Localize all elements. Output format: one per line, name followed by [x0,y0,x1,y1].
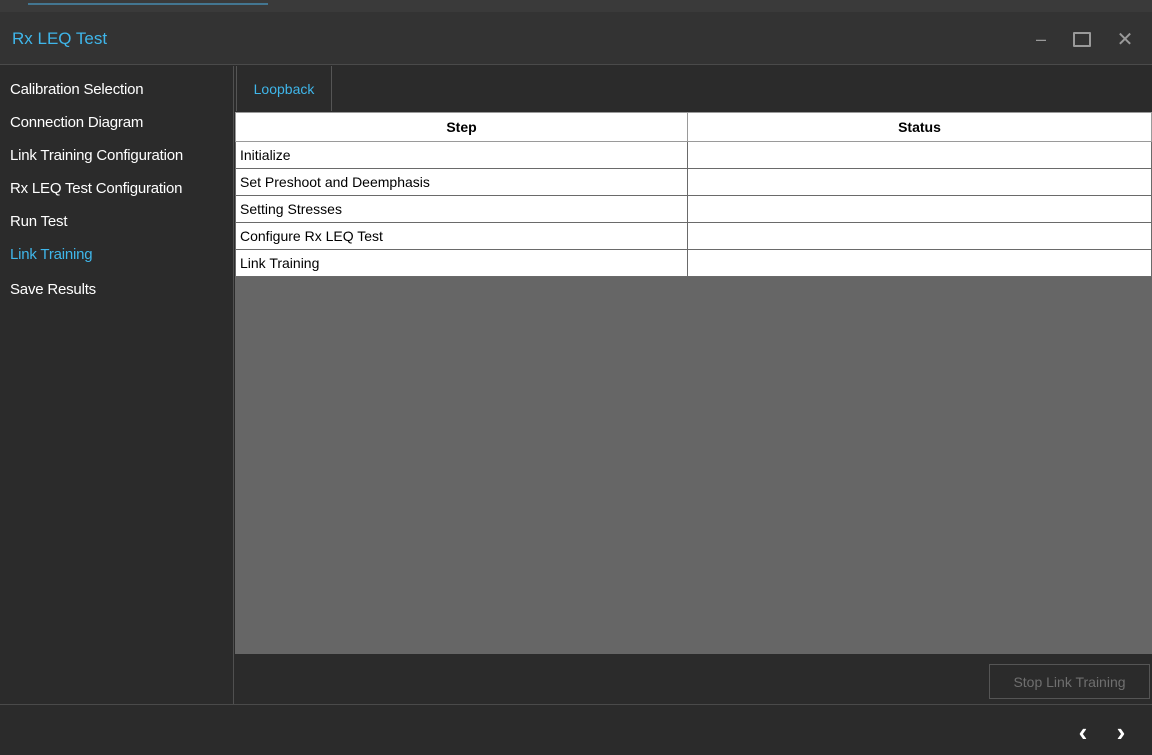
step-cell: Configure Rx LEQ Test [235,222,688,250]
main-panel: Loopback Step Status Initialize Set Pres… [235,66,1152,704]
tab-bar: Loopback [235,66,1152,112]
table-row[interactable]: Configure Rx LEQ Test [235,222,1152,250]
step-cell: Initialize [235,141,688,169]
sidebar-item-link-training-configuration[interactable]: Link Training Configuration [10,147,183,164]
column-header-status[interactable]: Status [687,112,1152,142]
table-row[interactable]: Link Training [235,249,1152,277]
footer-bar: ‹ › [0,704,1152,755]
status-cell [687,141,1152,169]
title-bar: Rx LEQ Test – ✕ [0,12,1152,65]
table-row[interactable]: Initialize [235,141,1152,169]
window-title: Rx LEQ Test [12,29,108,48]
column-header-step[interactable]: Step [235,112,688,142]
status-cell [687,195,1152,223]
maximize-icon[interactable] [1067,24,1097,54]
background-window-edge [28,0,268,5]
close-icon[interactable]: ✕ [1110,24,1140,54]
sidebar: Calibration Selection Connection Diagram… [0,66,234,704]
sidebar-item-save-results[interactable]: Save Results [10,281,96,298]
status-cell [687,222,1152,250]
sidebar-item-link-training[interactable]: Link Training [10,246,93,263]
minimize-icon[interactable]: – [1026,24,1056,54]
previous-arrow-icon[interactable]: ‹ [1070,717,1096,747]
next-arrow-icon[interactable]: › [1108,717,1134,747]
action-bar: Stop Link Training [235,654,1152,704]
stop-link-training-button[interactable]: Stop Link Training [989,664,1150,699]
table-row[interactable]: Set Preshoot and Deemphasis [235,168,1152,196]
sidebar-item-run-test[interactable]: Run Test [10,213,68,230]
step-cell: Link Training [235,249,688,277]
background-window-strip [0,0,1152,12]
content-area: Step Status Initialize Set Preshoot and … [235,112,1152,654]
steps-table: Step Status Initialize Set Preshoot and … [235,112,1152,277]
step-cell: Setting Stresses [235,195,688,223]
status-cell [687,249,1152,277]
status-cell [687,168,1152,196]
sidebar-item-calibration-selection[interactable]: Calibration Selection [10,81,144,98]
table-row[interactable]: Setting Stresses [235,195,1152,223]
tab-loopback[interactable]: Loopback [236,66,332,111]
step-cell: Set Preshoot and Deemphasis [235,168,688,196]
sidebar-item-rx-leq-test-configuration[interactable]: Rx LEQ Test Configuration [10,180,183,197]
table-header-row: Step Status [235,112,1152,142]
sidebar-item-connection-diagram[interactable]: Connection Diagram [10,114,143,131]
